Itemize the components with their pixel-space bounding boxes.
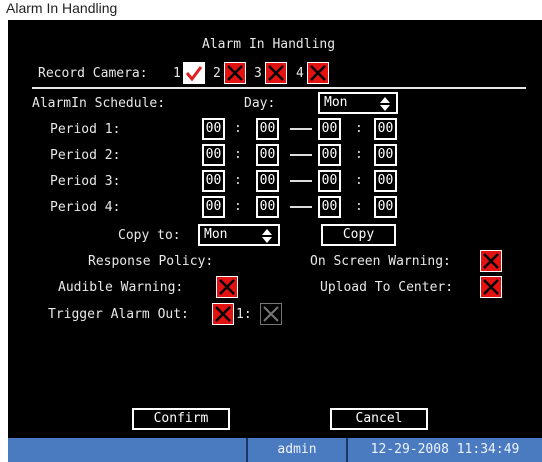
camera-1-number: 1: [173, 66, 181, 81]
period-2-start-hour[interactable]: 00: [202, 144, 225, 166]
time-separator: :: [234, 147, 242, 162]
divider: [32, 87, 526, 89]
copy-to-label: Copy to:: [118, 228, 181, 243]
grey-cross-icon: [263, 306, 279, 322]
camera-3-number: 3: [254, 66, 262, 81]
time-separator: :: [234, 121, 242, 136]
range-dash: [290, 206, 312, 208]
time-separator: :: [234, 173, 242, 188]
day-select-value: Mon: [324, 95, 348, 110]
red-cross-icon: [310, 65, 326, 81]
red-cross-icon: [219, 279, 235, 295]
day-select[interactable]: Mon: [318, 92, 398, 114]
period-1-start-minute[interactable]: 00: [256, 118, 279, 140]
alarmin-schedule-label: AlarmIn Schedule:: [32, 96, 166, 111]
status-segment-empty: [8, 438, 246, 462]
camera-1-checkbox[interactable]: [183, 62, 205, 84]
period-3-end-minute[interactable]: 00: [374, 170, 397, 192]
period-1-end-hour[interactable]: 00: [318, 118, 341, 140]
on-screen-warning-label: On Screen Warning:: [310, 254, 451, 269]
period-2-end-minute[interactable]: 00: [374, 144, 397, 166]
range-dash: [290, 128, 312, 130]
red-cross-icon: [227, 65, 243, 81]
period-3-label: Period 3:: [50, 174, 121, 189]
period-3-start-minute[interactable]: 00: [256, 170, 279, 192]
day-label: Day:: [244, 96, 276, 111]
alarm-out-1-checkbox[interactable]: [260, 303, 282, 325]
audible-warning-label: Audible Warning:: [58, 280, 184, 295]
period-4-end-minute[interactable]: 00: [374, 196, 397, 218]
up-down-arrows-icon: [262, 229, 272, 243]
alarm-in-handling-dialog: Alarm In Handling Record Camera: 1 2 3 4…: [8, 20, 542, 462]
time-separator: :: [355, 121, 363, 136]
copy-to-select-value: Mon: [204, 227, 228, 242]
record-camera-label: Record Camera:: [38, 66, 148, 81]
time-separator: :: [234, 199, 242, 214]
period-4-start-minute[interactable]: 00: [256, 196, 279, 218]
period-2-start-minute[interactable]: 00: [256, 144, 279, 166]
red-cross-icon: [215, 306, 231, 322]
response-policy-label: Response Policy:: [88, 254, 214, 269]
audible-warning-checkbox[interactable]: [216, 276, 238, 298]
red-cross-icon: [483, 279, 499, 295]
status-bar: admin 12-29-2008 11:34:49: [8, 438, 542, 462]
upload-to-center-label: Upload To Center:: [320, 280, 454, 295]
period-4-end-hour[interactable]: 00: [318, 196, 341, 218]
camera-4-checkbox[interactable]: [307, 62, 329, 84]
up-down-arrows-icon: [380, 97, 390, 111]
period-3-start-hour[interactable]: 00: [202, 170, 225, 192]
trigger-alarm-out-label: Trigger Alarm Out:: [48, 307, 189, 322]
time-separator: :: [355, 173, 363, 188]
confirm-button[interactable]: Confirm: [132, 408, 230, 430]
camera-2-number: 2: [213, 66, 221, 81]
red-cross-icon: [483, 253, 499, 269]
camera-4-number: 4: [296, 66, 304, 81]
period-4-label: Period 4:: [50, 200, 121, 215]
figure-caption: Alarm In Handling: [6, 0, 118, 16]
period-1-start-hour[interactable]: 00: [202, 118, 225, 140]
period-2-end-hour[interactable]: 00: [318, 144, 341, 166]
period-3-end-hour[interactable]: 00: [318, 170, 341, 192]
dialog-title: Alarm In Handling: [202, 37, 336, 52]
period-2-label: Period 2:: [50, 148, 121, 163]
status-datetime: 12-29-2008 11:34:49: [370, 442, 520, 457]
range-dash: [290, 154, 312, 156]
copy-button[interactable]: Copy: [321, 224, 396, 246]
on-screen-warning-checkbox[interactable]: [480, 250, 502, 272]
period-1-end-minute[interactable]: 00: [374, 118, 397, 140]
trigger-alarm-out-checkbox[interactable]: [212, 303, 234, 325]
status-user: admin: [277, 442, 317, 457]
red-cross-icon: [268, 65, 284, 81]
range-dash: [290, 180, 312, 182]
alarm-out-1-label: 1:: [236, 307, 252, 322]
check-mark-icon: [185, 66, 203, 82]
period-1-label: Period 1:: [50, 122, 121, 137]
period-4-start-hour[interactable]: 00: [202, 196, 225, 218]
time-separator: :: [355, 199, 363, 214]
time-separator: :: [355, 147, 363, 162]
camera-3-checkbox[interactable]: [265, 62, 287, 84]
cancel-button[interactable]: Cancel: [330, 408, 428, 430]
upload-to-center-checkbox[interactable]: [480, 276, 502, 298]
copy-to-select[interactable]: Mon: [198, 224, 280, 246]
camera-2-checkbox[interactable]: [224, 62, 246, 84]
